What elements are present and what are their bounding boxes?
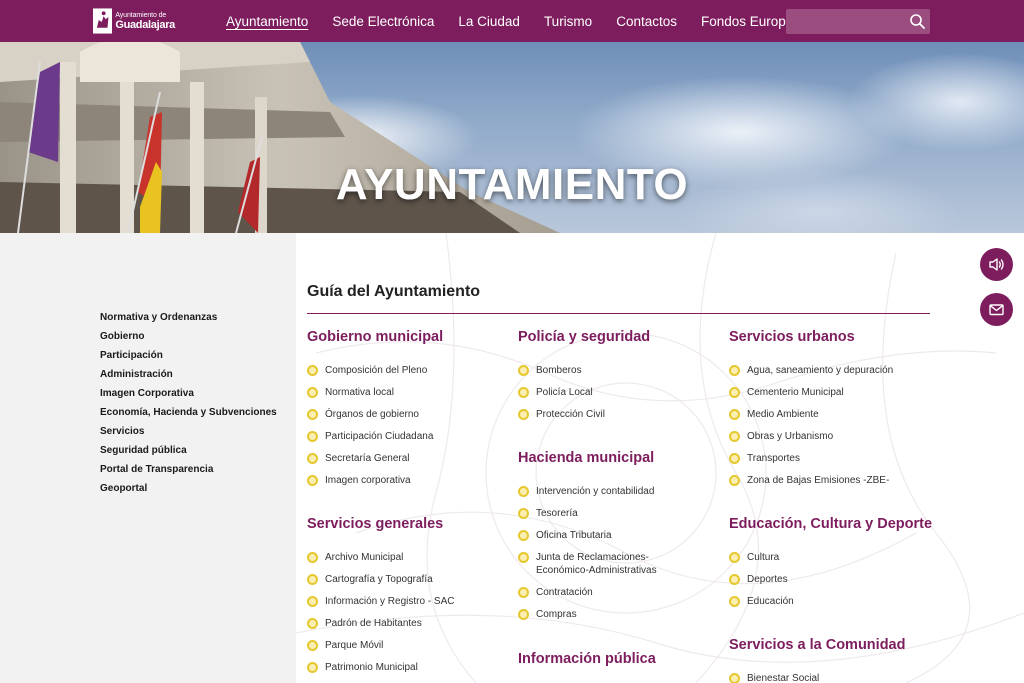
search-input[interactable] <box>786 9 906 34</box>
nav-contactos[interactable]: Contactos <box>616 14 677 29</box>
link-proteccion-civil[interactable]: Protección Civil <box>518 408 718 421</box>
link-bienestar-social[interactable]: Bienestar Social <box>729 672 929 683</box>
link-cartografia[interactable]: Cartografía y Topografía <box>307 573 507 586</box>
read-aloud-button[interactable] <box>980 248 1013 281</box>
link-participacion-ciudadana[interactable]: Participación Ciudadana <box>307 430 507 443</box>
site-logo[interactable]: Ayuntamiento de Guadalajara <box>93 7 175 35</box>
nav-sede-electronica[interactable]: Sede Electrónica <box>332 14 434 29</box>
link-patrimonio[interactable]: Patrimonio Municipal <box>307 661 507 674</box>
link-deportes[interactable]: Deportes <box>729 573 929 586</box>
logo-small-text: Ayuntamiento de <box>115 11 167 19</box>
sidebar-item-transparencia[interactable]: Portal de Transparencia <box>100 463 290 476</box>
link-parque-movil[interactable]: Parque Móvil <box>307 639 507 652</box>
section-title-comunidad[interactable]: Servicios a la Comunidad <box>729 637 905 653</box>
guadalajara-crest-icon <box>93 8 113 34</box>
section-title-educacion[interactable]: Educación, Cultura y Deporte <box>729 516 932 532</box>
sidebar: Normativa y Ordenanzas Gobierno Particip… <box>0 233 296 683</box>
hero-banner: AYUNTAMIENTO <box>0 42 1024 233</box>
link-cultura[interactable]: Cultura <box>729 551 929 564</box>
guide-title: Guía del Ayuntamiento <box>307 283 481 300</box>
search-icon[interactable] <box>909 13 926 30</box>
sidebar-item-participacion[interactable]: Participación <box>100 349 290 362</box>
link-agua[interactable]: Agua, saneamiento y depuración <box>729 364 929 377</box>
link-organos-gobierno[interactable]: Órganos de gobierno <box>307 408 507 421</box>
section-title-policia[interactable]: Policía y seguridad <box>518 329 650 345</box>
link-normativa-local[interactable]: Normativa local <box>307 386 507 399</box>
link-bomberos[interactable]: Bomberos <box>518 364 718 377</box>
link-padron[interactable]: Padrón de Habitantes <box>307 617 507 630</box>
link-intervencion[interactable]: Intervención y contabilidad <box>518 485 718 498</box>
link-zbe[interactable]: Zona de Bajas Emisiones -ZBE- <box>729 474 929 487</box>
sidebar-item-geoportal[interactable]: Geoportal <box>100 482 290 495</box>
link-cementerio[interactable]: Cementerio Municipal <box>729 386 929 399</box>
logo-text: Ayuntamiento de Guadalajara <box>115 12 175 31</box>
link-archivo-municipal[interactable]: Archivo Municipal <box>307 551 507 564</box>
sidebar-item-seguridad[interactable]: Seguridad pública <box>100 444 290 457</box>
section-title-informacion-publica[interactable]: Información pública <box>518 651 656 667</box>
sidebar-item-imagen-corporativa[interactable]: Imagen Corporativa <box>100 387 290 400</box>
sidebar-item-gobierno[interactable]: Gobierno <box>100 330 290 343</box>
nav-ayuntamiento[interactable]: Ayuntamiento <box>226 14 308 29</box>
speaker-icon <box>989 258 1004 271</box>
link-transportes[interactable]: Transportes <box>729 452 929 465</box>
contact-mail-button[interactable] <box>980 293 1013 326</box>
section-title-servicios-urbanos[interactable]: Servicios urbanos <box>729 329 855 345</box>
link-compras[interactable]: Compras <box>518 608 718 621</box>
nav-la-ciudad[interactable]: La Ciudad <box>458 14 520 29</box>
sidebar-item-economia[interactable]: Economía, Hacienda y Subvenciones <box>100 406 290 419</box>
nav-turismo[interactable]: Turismo <box>544 14 592 29</box>
link-tesoreria[interactable]: Tesorería <box>518 507 718 520</box>
sidebar-menu: Normativa y Ordenanzas Gobierno Particip… <box>100 311 290 501</box>
mail-icon <box>989 304 1004 316</box>
search-box <box>786 9 930 34</box>
link-contratacion[interactable]: Contratación <box>518 586 718 599</box>
section-title-hacienda[interactable]: Hacienda municipal <box>518 450 654 466</box>
main-content: Guía del Ayuntamiento Gobierno municipal… <box>296 233 1024 683</box>
link-composicion-pleno[interactable]: Composición del Pleno <box>307 364 507 377</box>
link-obras-urbanismo[interactable]: Obras y Urbanismo <box>729 430 929 443</box>
section-title-servicios-generales[interactable]: Servicios generales <box>307 516 443 532</box>
link-educacion[interactable]: Educación <box>729 595 929 608</box>
link-junta-reclamaciones[interactable]: Junta de Reclamaciones-Económico-Adminis… <box>518 551 698 577</box>
link-medio-ambiente[interactable]: Medio Ambiente <box>729 408 929 421</box>
sidebar-item-administracion[interactable]: Administración <box>100 368 290 381</box>
main-menu: Ayuntamiento Sede Electrónica La Ciudad … <box>226 0 832 42</box>
link-secretaria-general[interactable]: Secretaría General <box>307 452 507 465</box>
logo-big-text: Guadalajara <box>115 18 175 31</box>
title-divider <box>307 313 930 314</box>
link-imagen-corporativa[interactable]: Imagen corporativa <box>307 474 507 487</box>
link-oficina-tributaria[interactable]: Oficina Tributaria <box>518 529 718 542</box>
top-navigation-bar: Ayuntamiento de Guadalajara Ayuntamiento… <box>0 0 1024 42</box>
page-title: AYUNTAMIENTO <box>335 160 689 209</box>
section-title-gobierno[interactable]: Gobierno municipal <box>307 329 443 345</box>
link-policia-local[interactable]: Policía Local <box>518 386 718 399</box>
link-informacion-registro[interactable]: Información y Registro - SAC <box>307 595 507 608</box>
sidebar-item-normativa[interactable]: Normativa y Ordenanzas <box>100 311 290 324</box>
sidebar-item-servicios[interactable]: Servicios <box>100 425 290 438</box>
